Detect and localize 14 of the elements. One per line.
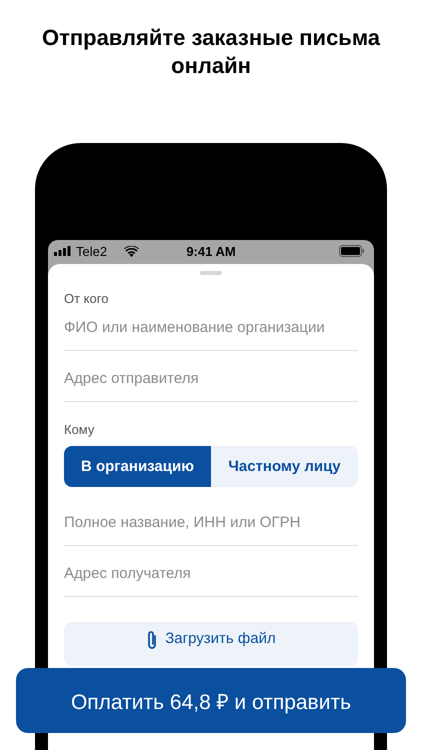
segment-tab[interactable]: Частному лицу: [211, 446, 358, 487]
section-label: Кому: [64, 422, 96, 437]
headline: Отправляйте заказные письма онлайн: [40, 24, 382, 80]
upload-button[interactable]: Загрузить файл: [64, 622, 358, 666]
wifi-icon: [124, 246, 140, 256]
signal-icon: [54, 246, 71, 256]
segment-tab[interactable]: В организацию: [64, 446, 211, 487]
pay-button[interactable]: Оплатить 64,8 ₽ и отправить: [16, 668, 406, 733]
section-label: От кого: [64, 291, 110, 306]
carrier-name: Tele2: [76, 244, 108, 258]
battery-icon: [339, 245, 365, 257]
paperclip-icon: [146, 630, 158, 650]
clock-time: 9:41 AM: [186, 244, 236, 258]
drag-handle[interactable]: [200, 271, 222, 275]
